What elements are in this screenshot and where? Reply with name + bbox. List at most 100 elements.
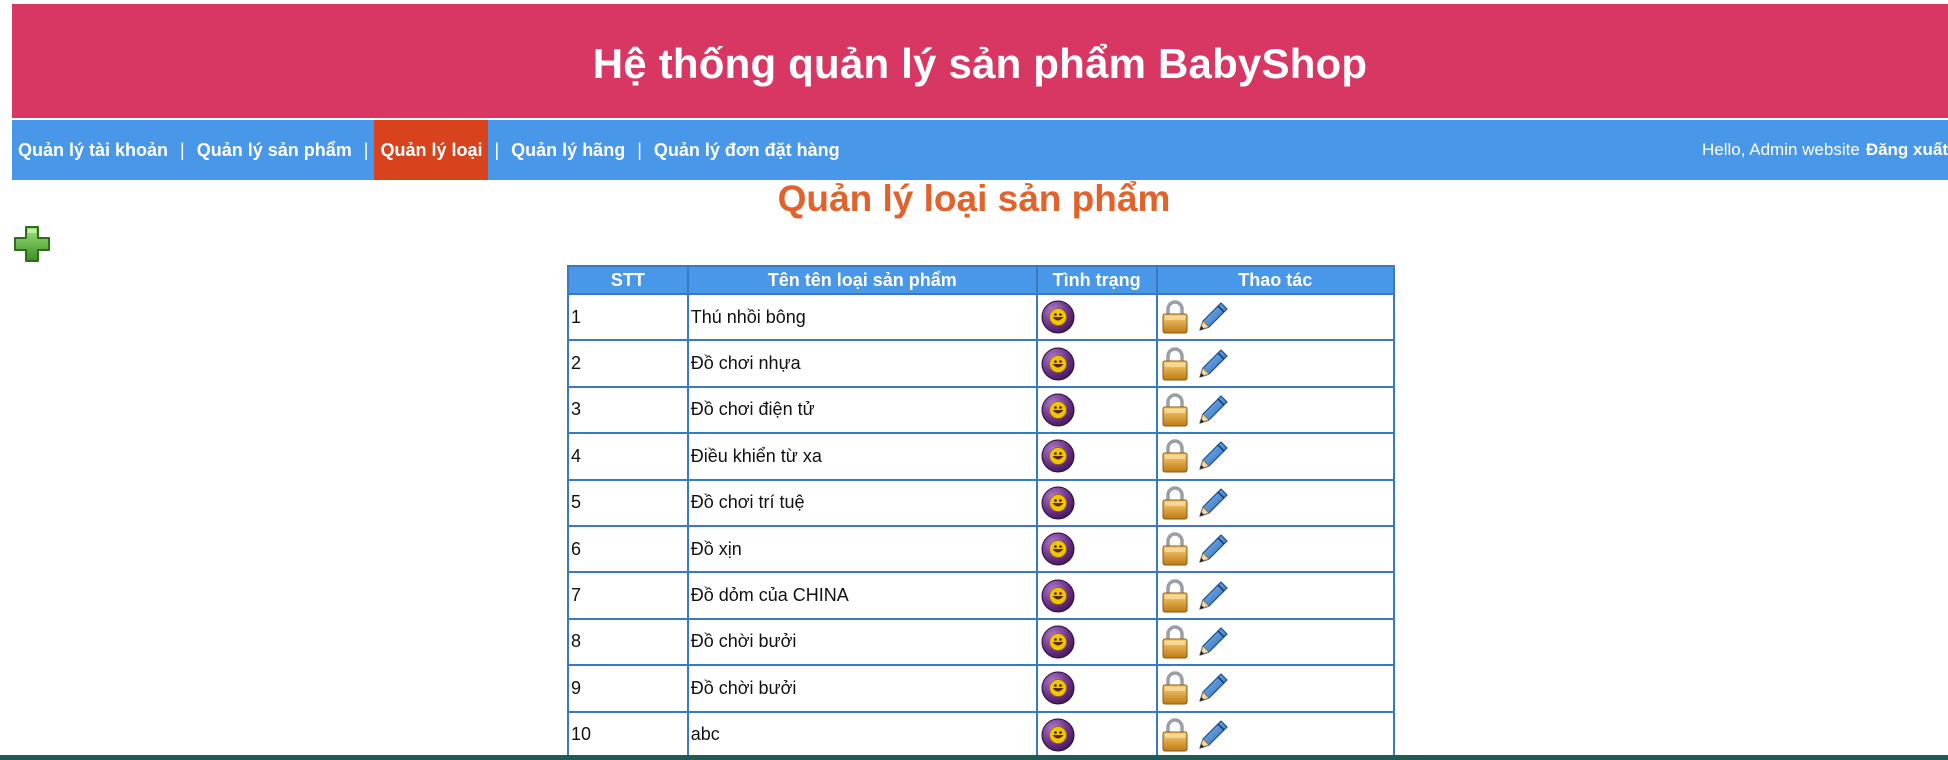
lock-icon[interactable] [1160,670,1190,706]
nav-item-categories[interactable]: Quản lý loại [374,120,489,180]
column-header-stt: STT [567,265,689,295]
nav-item-brands[interactable]: Quản lý hãng [505,120,631,180]
lock-icon[interactable] [1160,438,1190,474]
row-actions [1155,432,1396,481]
row-name: Đồ dỏm của CHINA [686,571,1038,620]
row-status[interactable] [1035,664,1158,713]
row-status[interactable] [1035,478,1158,527]
pencil-icon[interactable] [1194,484,1232,522]
smiley-icon [1041,300,1075,334]
action-group [1160,577,1391,615]
smiley-icon [1041,625,1075,659]
row-stt: 4 [567,432,689,481]
lock-icon[interactable] [1160,392,1190,428]
table-header-row: STT Tên tên loại sản phẩm Tình trạng Tha… [567,265,1396,295]
action-group [1160,669,1391,707]
row-stt: 8 [567,617,689,667]
greeting-text: Hello, Admin website [1702,140,1860,159]
action-group [1160,391,1391,429]
table-row: 6 Đồ xịn [567,524,1396,574]
row-name: Đồ chơi điện tử [686,385,1038,435]
smiley-icon [1041,532,1075,566]
row-status[interactable] [1035,339,1158,388]
row-actions [1155,478,1396,527]
column-header-status: Tình trạng [1035,265,1158,295]
lock-icon[interactable] [1160,346,1190,382]
row-status[interactable] [1035,571,1158,620]
nav-separator: | [637,139,642,160]
lock-icon[interactable] [1160,717,1190,753]
action-group [1160,484,1391,522]
row-status[interactable] [1035,524,1158,574]
row-status[interactable] [1035,385,1158,435]
page-title: Quản lý loại sản phẩm [777,178,1171,219]
pencil-icon[interactable] [1194,577,1232,615]
action-group [1160,716,1391,754]
table-row: 9 Đồ chời bưởi [567,664,1396,713]
row-name: Đồ chơi nhựa [686,339,1038,388]
row-name: Đồ chời bưởi [686,617,1038,667]
row-status[interactable] [1035,617,1158,667]
pencil-icon[interactable] [1194,391,1232,429]
smiley-icon [1041,671,1075,705]
add-category-button[interactable] [12,224,52,264]
row-name: Thú nhồi bông [686,292,1038,342]
row-stt: 2 [567,339,689,388]
logout-link[interactable]: Đăng xuất [1866,140,1948,160]
row-name: abc [686,710,1038,759]
table-body: 1 Thú nhồi bông 2 Đồ chơi nhựa 3 Đồ chơi điện… [567,292,1396,759]
nav-item-orders[interactable]: Quản lý đơn đặt hàng [648,120,846,180]
row-actions [1155,385,1396,435]
smiley-icon [1041,718,1075,752]
pencil-icon[interactable] [1194,669,1232,707]
row-actions [1155,339,1396,388]
pencil-icon[interactable] [1194,298,1232,336]
row-actions [1155,617,1396,667]
pencil-icon[interactable] [1194,437,1232,475]
nav-separator: | [180,139,185,160]
lock-icon[interactable] [1160,578,1190,614]
row-stt: 6 [567,524,689,574]
lock-icon[interactable] [1160,485,1190,521]
pencil-icon[interactable] [1194,716,1232,754]
row-stt: 9 [567,664,689,713]
pencil-icon[interactable] [1194,345,1232,383]
pencil-icon[interactable] [1194,530,1232,568]
row-stt: 1 [567,292,689,342]
smiley-icon [1041,439,1075,473]
category-table: STT Tên tên loại sản phẩm Tình trạng Tha… [567,265,1396,759]
row-status[interactable] [1035,292,1158,342]
row-actions [1155,524,1396,574]
row-actions [1155,292,1396,342]
site-title: Hệ thống quản lý sản phẩm BabyShop [592,40,1368,87]
pencil-icon[interactable] [1194,623,1232,661]
table-row: 4 Điều khiển từ xa [567,432,1396,481]
nav-item-accounts[interactable]: Quản lý tài khoản [12,120,174,180]
lock-icon[interactable] [1160,299,1190,335]
action-group [1160,623,1391,661]
action-group [1160,437,1391,475]
smiley-icon [1041,579,1075,613]
row-status[interactable] [1035,432,1158,481]
nav-separator: | [363,139,369,160]
row-actions [1155,710,1396,759]
row-name: Điều khiển từ xa [686,432,1038,481]
bottom-divider [0,755,1948,760]
action-group [1160,530,1391,568]
row-stt: 3 [567,385,689,435]
lock-icon[interactable] [1160,624,1190,660]
row-name: Đồ xịn [686,524,1038,574]
table-row: 5 Đồ chơi trí tuệ [567,478,1396,527]
user-area: Hello, Admin website Đăng xuất [1702,140,1948,160]
smiley-icon [1041,347,1075,381]
action-group [1160,345,1391,383]
row-stt: 5 [567,478,689,527]
table-row: 2 Đồ chơi nhựa [567,339,1396,388]
smiley-icon [1041,486,1075,520]
column-header-name: Tên tên loại sản phẩm [686,265,1038,295]
row-actions [1155,664,1396,713]
nav-separator: | [494,139,500,160]
row-status[interactable] [1035,710,1158,759]
lock-icon[interactable] [1160,531,1190,567]
nav-item-products[interactable]: Quản lý sản phẩm [191,120,358,180]
